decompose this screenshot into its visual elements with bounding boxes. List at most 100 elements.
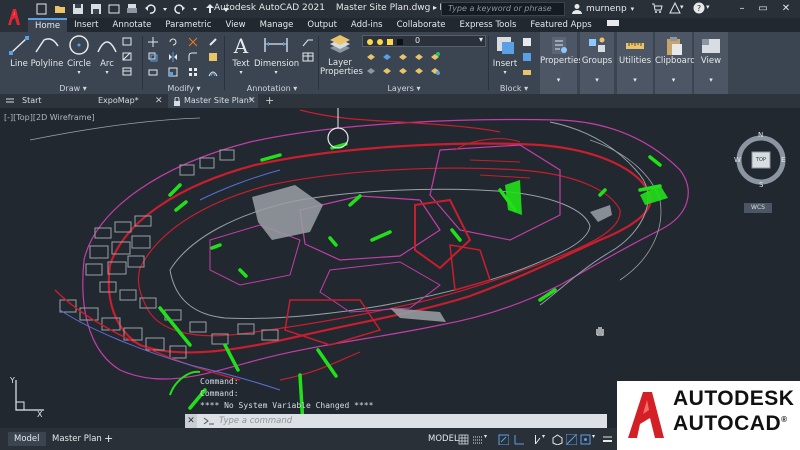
snap-dropdown-icon[interactable]: ▾ [484, 433, 487, 440]
leader-icon[interactable] [302, 37, 313, 47]
a360-dropdown-icon[interactable]: ▾ [680, 3, 684, 11]
layer-properties-tool[interactable]: Layer Properties [320, 34, 363, 77]
snap-mode-icon[interactable] [472, 434, 483, 445]
edit-block-icon[interactable] [522, 52, 532, 61]
mirror-icon[interactable] [168, 52, 178, 62]
help-icon[interactable]: ? [693, 2, 705, 17]
line-tool[interactable]: Line [6, 34, 32, 69]
tab-output[interactable]: Output [300, 18, 344, 32]
text-dropdown-icon[interactable]: ▾ [228, 69, 254, 76]
match-layer-icon[interactable] [430, 66, 440, 75]
viewport-controls[interactable]: [-][Top][2D Wireframe] [4, 113, 95, 122]
compass-west[interactable]: W [734, 156, 741, 164]
hatch-icon[interactable] [122, 52, 132, 61]
fillet-icon[interactable] [188, 52, 198, 61]
tab-insert[interactable]: Insert [67, 18, 105, 32]
user-account[interactable]: murnenp ▾ [572, 3, 634, 14]
save-icon[interactable] [72, 3, 84, 15]
rotate-icon[interactable] [168, 37, 178, 46]
dimension-tool[interactable]: Dimension ▾ [254, 34, 299, 76]
layer-lock-icon[interactable] [414, 52, 424, 61]
properties-panel-button[interactable]: Properties ▾ [540, 32, 583, 94]
doc-tab-master-site-plan[interactable]: Master Site Plan* [168, 94, 258, 108]
save-as-icon[interactable] [90, 3, 102, 15]
block-panel-title[interactable]: Block ▾ [490, 84, 538, 93]
layer-on-icon[interactable] [398, 66, 408, 75]
new-icon[interactable] [36, 3, 48, 15]
table-tool-icon[interactable] [302, 52, 314, 62]
osnap-dropdown-icon[interactable]: ▾ [592, 433, 595, 440]
search-input[interactable]: Type a keyword or phrase [441, 2, 565, 16]
dynamic-input-icon[interactable] [498, 434, 509, 445]
polar-dropdown-icon[interactable]: ▾ [542, 433, 545, 440]
layer-dropdown[interactable]: 0 ▾ [362, 35, 486, 47]
drawing-area[interactable] [0, 108, 800, 428]
arc-tool[interactable]: Arc ▾ [94, 34, 120, 76]
compass-north[interactable]: N [758, 131, 763, 139]
rectangle-icon[interactable] [122, 37, 132, 46]
layer-unlock-icon[interactable] [414, 66, 424, 75]
edit-attributes-icon[interactable] [522, 67, 532, 76]
redo-dropdown-icon[interactable] [192, 3, 198, 15]
add-layout-button[interactable]: + [98, 432, 119, 446]
layer-unisolate-icon[interactable] [366, 66, 376, 75]
maximize-button[interactable]: ▭ [755, 2, 771, 16]
layer-thaw-icon[interactable] [382, 66, 392, 75]
utilities-panel-button[interactable]: Utilities ▾ [617, 32, 653, 94]
undo-dropdown-icon[interactable] [162, 3, 168, 15]
polyline-tool[interactable]: Polyline [30, 34, 64, 69]
tab-parametric[interactable]: Parametric [158, 18, 218, 32]
stretch-icon[interactable] [148, 67, 158, 76]
view-panel-button[interactable]: View ▾ [694, 32, 728, 94]
insert-dropdown-icon[interactable]: ▾ [492, 69, 518, 76]
scale-icon[interactable] [168, 67, 178, 77]
wcs-menu[interactable]: WCS [744, 203, 772, 213]
ribbon-display-toggle[interactable] [599, 18, 627, 32]
layer-isolate-icon[interactable] [366, 52, 376, 61]
make-current-icon[interactable] [430, 52, 440, 61]
minimize-button[interactable]: – [734, 2, 750, 16]
viewcube-top-face[interactable]: TOP [756, 157, 766, 163]
insert-tool[interactable]: Insert ▾ [492, 34, 518, 76]
groups-panel-button[interactable]: Groups ▾ [580, 32, 614, 94]
cart-icon[interactable] [651, 2, 663, 17]
polar-tracking-icon[interactable] [530, 434, 541, 445]
tab-add-ins[interactable]: Add-ins [344, 18, 390, 32]
command-close-icon[interactable]: ✕ [185, 414, 197, 428]
object-snap-tracking-icon[interactable] [566, 434, 577, 445]
create-block-icon[interactable] [522, 37, 532, 46]
table-icon[interactable] [122, 67, 132, 76]
compass-south[interactable]: S [759, 181, 763, 189]
close-tab-icon[interactable]: ✕ [248, 94, 256, 108]
circle-tool[interactable]: Circle ▾ [64, 34, 94, 76]
help-dropdown-icon[interactable]: ▾ [706, 3, 710, 11]
search-expand-icon[interactable]: ▸ [433, 3, 437, 12]
tab-home[interactable]: Home [28, 18, 68, 32]
web-mobile-icon[interactable] [108, 3, 120, 15]
grid-icon[interactable] [458, 434, 469, 445]
tab-express-tools[interactable]: Express Tools [453, 18, 524, 32]
command-input[interactable]: Type a command [197, 414, 607, 428]
modify-panel-title[interactable]: Modify ▾ [144, 84, 224, 93]
isodraft-icon[interactable] [552, 434, 563, 445]
copy-icon[interactable] [148, 52, 158, 62]
array-icon[interactable] [188, 67, 198, 76]
tab-featured-apps[interactable]: Featured Apps [523, 18, 598, 32]
doc-tab-start[interactable]: Start [0, 94, 80, 108]
object-snap-icon[interactable] [580, 434, 591, 445]
close-tab-icon[interactable]: ✕ [155, 94, 163, 108]
arc-dropdown-icon[interactable]: ▾ [94, 69, 120, 76]
move-icon[interactable] [148, 37, 158, 47]
text-tool[interactable]: A Text ▾ [228, 34, 254, 76]
doc-tab-expomap[interactable]: ExpoMap* [76, 94, 166, 108]
open-icon[interactable] [54, 3, 66, 15]
circle-dropdown-icon[interactable]: ▾ [64, 69, 94, 76]
offset-icon[interactable] [208, 67, 218, 77]
layer-freeze-icon[interactable] [382, 52, 392, 61]
layers-panel-title[interactable]: Layers ▾ [320, 84, 488, 93]
tab-view[interactable]: View [218, 18, 252, 32]
annotation-panel-title[interactable]: Annotation ▾ [226, 84, 318, 93]
new-tab-icon[interactable]: + [265, 94, 274, 108]
draw-panel-title[interactable]: Draw ▾ [4, 84, 142, 93]
redo-icon[interactable] [174, 3, 186, 15]
